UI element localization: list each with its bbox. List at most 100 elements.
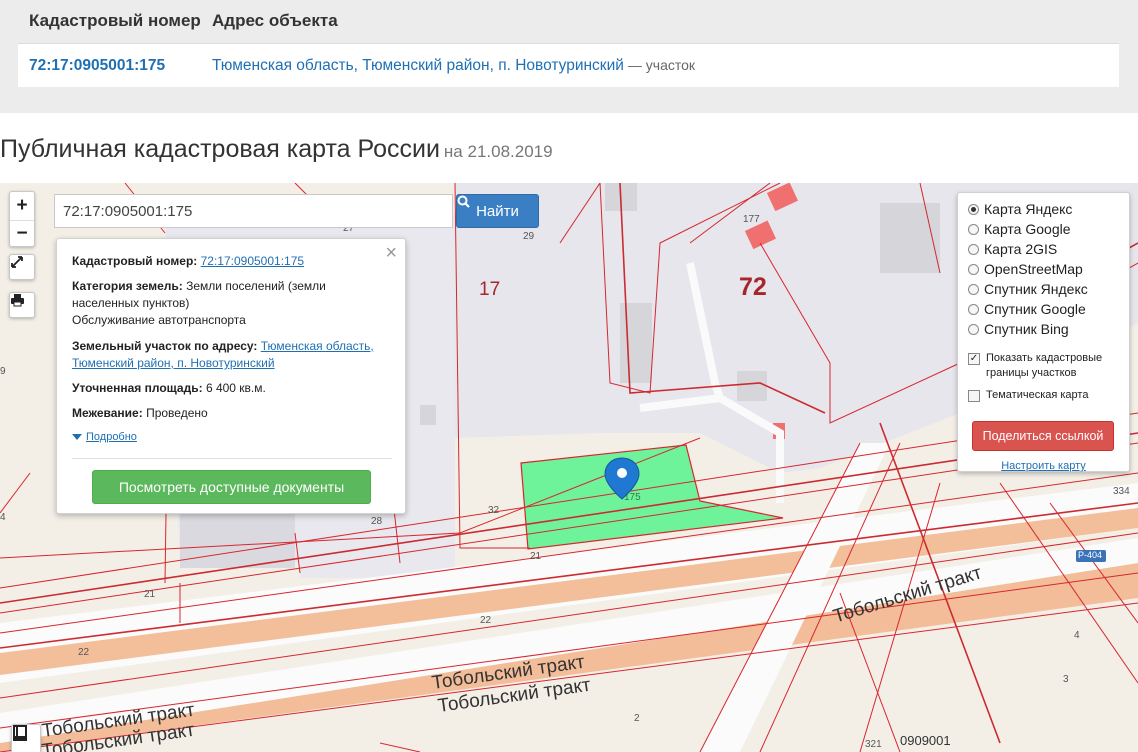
details-link: Подробно: [86, 431, 137, 443]
radio-icon[interactable]: [968, 323, 979, 335]
cadastral-map[interactable]: 17 72 175 177 29 27 32 28 21 21 22 22 33…: [0, 183, 1138, 752]
popup-survey: Межевание: Проведено: [72, 405, 392, 422]
header-address: Адрес объекта: [212, 11, 338, 30]
radio-icon[interactable]: [968, 303, 979, 315]
popup-label: Земельный участок по адресу:: [72, 339, 258, 353]
map-number: 22: [78, 647, 90, 658]
book-icon: [13, 725, 27, 741]
map-number: 21: [530, 551, 542, 562]
map-number: 2: [634, 713, 640, 724]
map-number: 321: [865, 739, 882, 750]
results-table: Кадастровый номер Адрес объекта 72:17:09…: [18, 0, 1119, 87]
search-icon: [457, 195, 470, 208]
parcel-label: 175: [624, 492, 641, 503]
popup-survey-value: Проведено: [146, 406, 208, 420]
legend-button[interactable]: [11, 724, 41, 752]
share-link-button[interactable]: Поделиться ссылкой: [972, 421, 1114, 451]
layer-label: Спутник Bing: [984, 321, 1069, 337]
map-number: 3: [1063, 674, 1069, 685]
layer-option[interactable]: Карта 2GIS: [968, 239, 1057, 259]
map-number: 21: [144, 589, 156, 600]
fullscreen-button[interactable]: [9, 254, 35, 280]
zoom-in-button[interactable]: +: [10, 192, 34, 219]
map-number: 28: [371, 516, 383, 527]
building: [620, 303, 652, 383]
popup-label: Уточненная площадь:: [72, 381, 203, 395]
cadastral-number-link[interactable]: 72:17:0905001:175: [29, 57, 165, 75]
popup-area: Уточненная площадь: 6 400 кв.м.: [72, 380, 392, 397]
address-link[interactable]: Тюменская область, Тюменский район, п. Н…: [212, 57, 624, 74]
radio-selected-icon[interactable]: [968, 203, 979, 215]
results-panel: Кадастровый номер Адрес объекта 72:17:09…: [0, 0, 1138, 113]
table-header-row: Кадастровый номер Адрес объекта: [18, 0, 1119, 43]
road-badge: Р-404: [1078, 550, 1103, 560]
configure-map-link[interactable]: Настроить карту: [958, 460, 1129, 472]
layer-label: Спутник Яндекс: [984, 281, 1088, 297]
radio-icon[interactable]: [968, 283, 979, 295]
quarter-label: 72: [739, 273, 767, 301]
building: [737, 371, 767, 401]
zoom-out-button[interactable]: −: [10, 220, 34, 247]
page-title-text: Публичная кадастровая карта России: [0, 135, 440, 163]
thematic-map-option[interactable]: Тематическая карта: [968, 388, 1088, 403]
show-borders-label: Показать кадастровые границы участков: [986, 352, 1103, 379]
print-button[interactable]: [9, 292, 35, 318]
caret-down-icon: [72, 434, 82, 440]
layer-label: OpenStreetMap: [984, 261, 1083, 277]
radio-icon[interactable]: [968, 263, 979, 275]
checkbox-checked-icon[interactable]: ✓: [968, 353, 980, 365]
radio-icon[interactable]: [968, 223, 979, 235]
details-toggle[interactable]: Подробно: [72, 431, 137, 443]
header-cadastral-number: Кадастровый номер: [29, 11, 201, 30]
parcel-info-popup: × Кадастровый номер: 72:17:0905001:175 К…: [56, 238, 406, 514]
layer-option[interactable]: Спутник Bing: [968, 319, 1069, 339]
search-button[interactable]: Найти: [456, 194, 539, 228]
popup-label: Кадастровый номер:: [72, 254, 198, 268]
thematic-map-label: Тематическая карта: [986, 389, 1089, 401]
address-cell: Тюменская область, Тюменский район, п. Н…: [212, 57, 695, 75]
layer-label: Карта Яндекс: [984, 201, 1073, 217]
map-number: 32: [488, 505, 500, 516]
layer-option[interactable]: Спутник Яндекс: [968, 279, 1088, 299]
popup-usage: Обслуживание автотранспорта: [72, 313, 246, 327]
map-number: 4: [0, 512, 6, 523]
show-borders-option[interactable]: ✓ Показать кадастровые границы участков: [968, 351, 1118, 381]
map-number: 9: [0, 366, 6, 377]
search-button-label: Найти: [476, 202, 519, 220]
layer-label: Карта 2GIS: [984, 241, 1058, 257]
page-date: на 21.08.2019: [443, 142, 553, 161]
map-number: 0909001: [900, 733, 951, 748]
layers-panel: Карта Яндекс Карта Google Карта 2GIS Ope…: [957, 192, 1130, 472]
popup-cadastral-number: Кадастровый номер: 72:17:0905001:175: [72, 253, 392, 270]
quarter-label: 17: [479, 279, 501, 300]
search-input[interactable]: [54, 194, 453, 228]
layer-option[interactable]: Спутник Google: [968, 299, 1086, 319]
map-number: 4: [1074, 630, 1080, 641]
popup-label: Категория земель:: [72, 279, 183, 293]
building: [880, 203, 940, 273]
building: [180, 513, 295, 568]
fullscreen-icon: [11, 256, 23, 268]
popup-divider: [72, 458, 392, 459]
table-row: 72:17:0905001:175 Тюменская область, Тюм…: [18, 43, 1119, 87]
checkbox-icon[interactable]: [968, 390, 980, 402]
address-suffix: — участок: [627, 57, 696, 73]
building: [420, 405, 436, 425]
map-number: 334: [1113, 486, 1130, 497]
layer-option[interactable]: OpenStreetMap: [968, 259, 1083, 279]
popup-address: Земельный участок по адресу: Тюменская о…: [72, 338, 392, 372]
map-number: 22: [480, 615, 492, 626]
layer-option[interactable]: Карта Google: [968, 219, 1071, 239]
map-number: 29: [523, 231, 535, 242]
printer-icon: [11, 294, 24, 307]
popup-area-value: 6 400 кв.м.: [205, 381, 266, 395]
view-documents-button[interactable]: Посмотреть доступные документы: [92, 470, 371, 504]
layer-option[interactable]: Карта Яндекс: [968, 199, 1072, 219]
popup-cadastral-link[interactable]: 72:17:0905001:175: [201, 254, 304, 268]
popup-category: Категория земель: Земли поселений (земли…: [72, 278, 392, 312]
radio-icon[interactable]: [968, 243, 979, 255]
page-title: Публичная кадастровая карта России на 21.…: [0, 135, 553, 164]
popup-label: Межевание:: [72, 406, 143, 420]
layer-label: Карта Google: [984, 221, 1071, 237]
layer-label: Спутник Google: [984, 301, 1086, 317]
